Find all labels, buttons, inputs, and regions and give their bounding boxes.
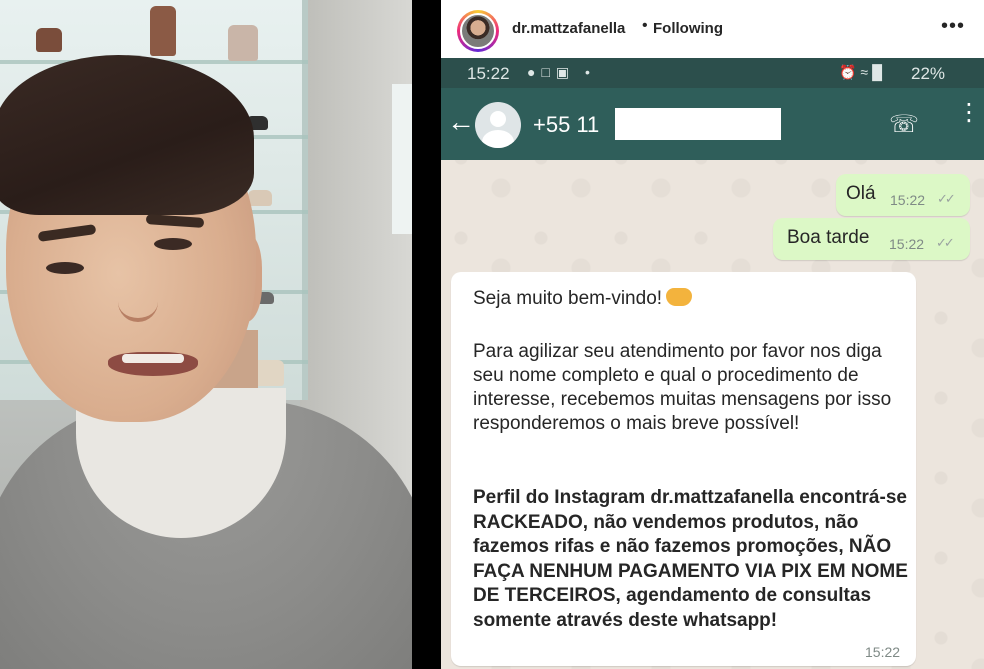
handshake-emoji-icon xyxy=(666,288,693,306)
status-time: 15:22 xyxy=(467,64,510,83)
post-header: dr.mattzafanella • Following ••• xyxy=(441,0,984,58)
contact-avatar[interactable] xyxy=(475,102,521,148)
kebab-menu-icon[interactable]: ⋮ xyxy=(957,101,981,125)
separator-dot: • xyxy=(642,17,648,34)
message-text: Boa tarde xyxy=(787,227,870,248)
username-link[interactable]: dr.mattzafanella xyxy=(512,20,625,37)
add-call-icon[interactable]: ☏ xyxy=(889,110,919,139)
message-time: 15:22 xyxy=(889,236,925,252)
message-time: 15:22 xyxy=(865,644,901,660)
message-bubble-outgoing[interactable]: Boa tarde 15:22 ✓✓ xyxy=(773,218,970,260)
battery-level: 22% xyxy=(911,64,946,83)
notification-icons: ●□▣ • xyxy=(527,64,596,80)
warning-text: Perfil do Instagram dr.mattzafanella enc… xyxy=(473,487,908,631)
chat-header: ← +55 11 ☏ ⋮ xyxy=(441,88,984,160)
read-receipt-icon: ✓✓ xyxy=(937,191,956,206)
avatar-image xyxy=(460,13,496,49)
message-text: Olá xyxy=(846,183,876,204)
phone-status-bar: 15:22 ●□▣ • ⏰≈█ 22% xyxy=(441,58,984,88)
video-frame xyxy=(0,0,412,669)
profile-avatar[interactable] xyxy=(457,10,499,52)
more-options-icon[interactable]: ••• xyxy=(941,16,965,36)
message-bubble-incoming[interactable]: Seja muito bem-vindo! Para agilizar seu … xyxy=(451,272,916,666)
following-button[interactable]: Following xyxy=(653,20,723,37)
read-receipt-icon: ✓✓ xyxy=(936,235,955,250)
instagram-post: dr.mattzafanella • Following ••• 15:22 ●… xyxy=(441,0,984,669)
greeting-text: Seja muito bem-vindo! xyxy=(473,288,663,309)
message-bubble-outgoing[interactable]: Olá 15:22 ✓✓ xyxy=(836,174,970,216)
message-time: 15:22 xyxy=(890,192,926,208)
back-arrow-icon[interactable]: ← xyxy=(447,106,475,138)
signal-wifi-icons: ⏰≈█ xyxy=(839,64,887,80)
message-body: Para agilizar seu atendimento por favor … xyxy=(473,341,892,434)
contact-number[interactable]: +55 11 xyxy=(533,112,599,138)
redaction-box xyxy=(615,108,781,140)
whatsapp-screenshot: 15:22 ●□▣ • ⏰≈█ 22% ← +55 11 ☏ ⋮ Olá 15:… xyxy=(441,58,984,669)
